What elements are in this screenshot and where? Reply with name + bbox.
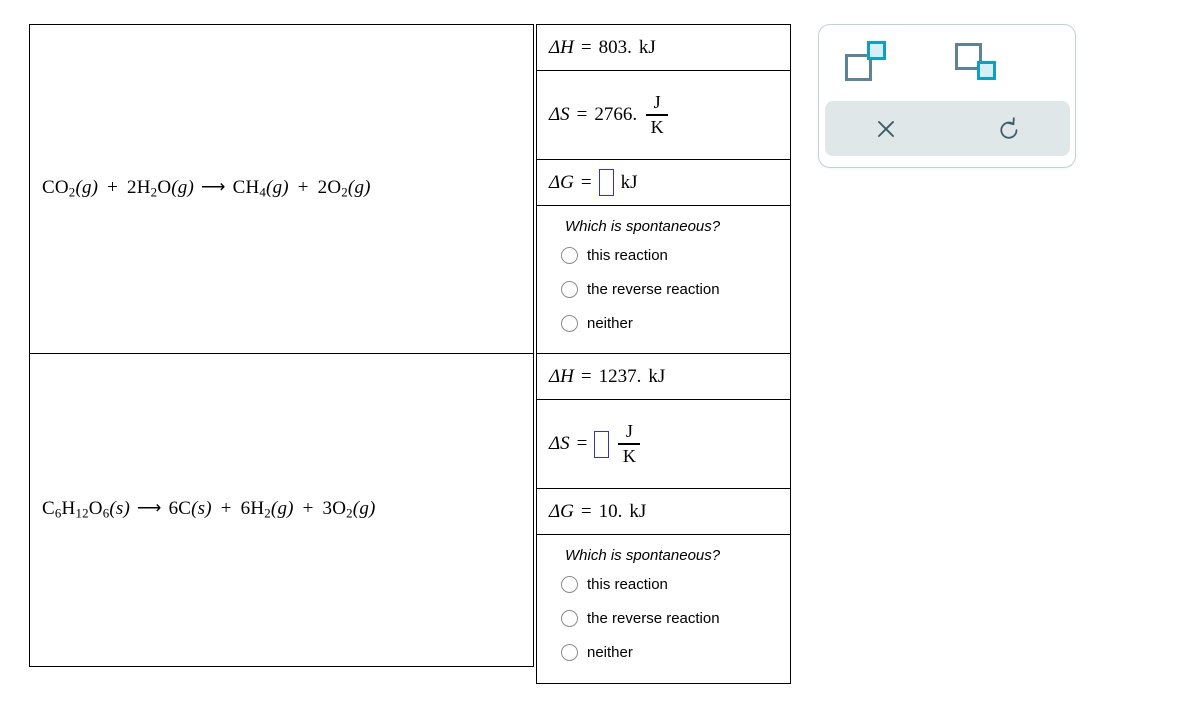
toolbar-action-bar: [825, 101, 1070, 156]
radio-option-neither-2[interactable]: neither: [561, 638, 790, 666]
delta-h-equals-2: =: [580, 365, 592, 387]
spontaneous-prompt-1: Which is spontaneous?: [565, 218, 721, 235]
delta-s-cell-1: ΔS = 2766. J K: [537, 71, 790, 160]
delta-h-symbol-1: ΔH: [549, 36, 574, 58]
close-icon: [878, 120, 895, 137]
radio-circle-icon[interactable]: [561, 575, 578, 593]
radio-circle-icon[interactable]: [561, 246, 578, 264]
delta-s-cell-2: ΔS = J K: [537, 400, 790, 489]
delta-g-unit-1: kJ: [620, 171, 638, 193]
delta-s-unit-denominator-2: K: [622, 445, 636, 466]
clear-button[interactable]: [825, 101, 948, 156]
delta-s-unit-fraction-2: J K: [618, 420, 641, 466]
radio-circle-icon[interactable]: [561, 643, 578, 661]
subscript-icon[interactable]: [955, 41, 1005, 83]
delta-g-value-2: 10.: [598, 500, 623, 522]
spontaneous-question-2: Which is spontaneous? this reaction the …: [537, 535, 790, 683]
delta-g-equals-1: =: [580, 171, 592, 193]
delta-s-input-2[interactable]: [594, 430, 610, 458]
radio-label-1-1: the reverse reaction: [587, 280, 720, 298]
delta-h-equals-1: =: [580, 36, 592, 58]
radio-label-2-2: neither: [587, 643, 633, 661]
radio-circle-icon[interactable]: [561, 609, 578, 627]
radio-label-2-0: this reaction: [587, 575, 668, 593]
delta-g-unit-2: kJ: [629, 500, 647, 522]
superscript-icon[interactable]: [845, 41, 895, 83]
radio-circle-icon[interactable]: [561, 314, 578, 332]
radio-label-2-1: the reverse reaction: [587, 609, 720, 627]
reaction-equation-1: CO2(g) + 2H2O(g) ⟶ CH4(g) + 2O2(g): [42, 177, 371, 200]
delta-g-equals-2: =: [580, 500, 592, 522]
reaction-row-2: C6H12O6(s) ⟶ 6C(s) + 6H2(g) + 3O2(g): [30, 354, 533, 666]
delta-s-equals-2: =: [576, 433, 588, 454]
radio-option-reverse-reaction-1[interactable]: the reverse reaction: [561, 275, 790, 303]
reactions-table: CO2(g) + 2H2O(g) ⟶ CH4(g) + 2O2(g) C6H12O6…: [29, 24, 534, 667]
delta-g-input-1[interactable]: [598, 169, 614, 196]
delta-h-cell-1: ΔH = 803. kJ: [537, 25, 790, 71]
radio-option-reverse-reaction-2[interactable]: the reverse reaction: [561, 604, 790, 632]
radio-option-this-reaction-2[interactable]: this reaction: [561, 570, 790, 598]
delta-s-unit-denominator-1: K: [650, 116, 664, 137]
undo-button[interactable]: [948, 101, 1071, 156]
fraction-bar: [618, 443, 641, 445]
subscript-index-square: [977, 61, 996, 80]
toolbar-icon-group: [819, 25, 1075, 111]
fraction-bar: [646, 114, 669, 116]
delta-h-value-1: 803.: [598, 36, 632, 58]
delta-s-symbol-1: ΔS: [549, 104, 570, 125]
reaction-row-1: CO2(g) + 2H2O(g) ⟶ CH4(g) + 2O2(g): [30, 25, 533, 354]
delta-s-equals-1: =: [576, 104, 588, 125]
superscript-exponent-square: [867, 41, 886, 60]
delta-g-cell-2: ΔG = 10. kJ: [537, 489, 790, 535]
delta-s-symbol-2: ΔS: [549, 433, 570, 454]
radio-label-1-2: neither: [587, 314, 633, 332]
radio-option-neither-1[interactable]: neither: [561, 309, 790, 337]
radio-option-this-reaction-1[interactable]: this reaction: [561, 241, 790, 269]
delta-g-symbol-2: ΔG: [549, 500, 574, 522]
reaction-equation-2: C6H12O6(s) ⟶ 6C(s) + 6H2(g) + 3O2(g): [42, 498, 376, 521]
delta-s-value-1: 2766.: [594, 104, 638, 125]
spontaneous-prompt-2: Which is spontaneous?: [565, 547, 721, 564]
delta-s-unit-fraction-1: J K: [646, 91, 669, 137]
delta-g-cell-1: ΔG = kJ: [537, 160, 790, 206]
delta-h-symbol-2: ΔH: [549, 365, 574, 387]
undo-icon: [1000, 116, 1018, 139]
delta-h-unit-1: kJ: [638, 36, 656, 58]
delta-g-symbol-1: ΔG: [549, 171, 574, 193]
delta-h-cell-2: ΔH = 1237. kJ: [537, 354, 790, 400]
values-table: ΔH = 803. kJ ΔS = 2766. J K ΔG = kJ Whic…: [536, 24, 791, 684]
delta-h-value-2: 1237.: [598, 365, 642, 387]
math-input-toolbar: [818, 24, 1076, 168]
delta-s-unit-numerator-2: J: [625, 420, 633, 441]
spontaneous-question-1: Which is spontaneous? this reaction the …: [537, 206, 790, 354]
radio-label-1-0: this reaction: [587, 246, 668, 264]
delta-h-unit-2: kJ: [648, 365, 666, 387]
radio-circle-icon[interactable]: [561, 280, 578, 298]
delta-s-unit-numerator-1: J: [653, 91, 661, 112]
